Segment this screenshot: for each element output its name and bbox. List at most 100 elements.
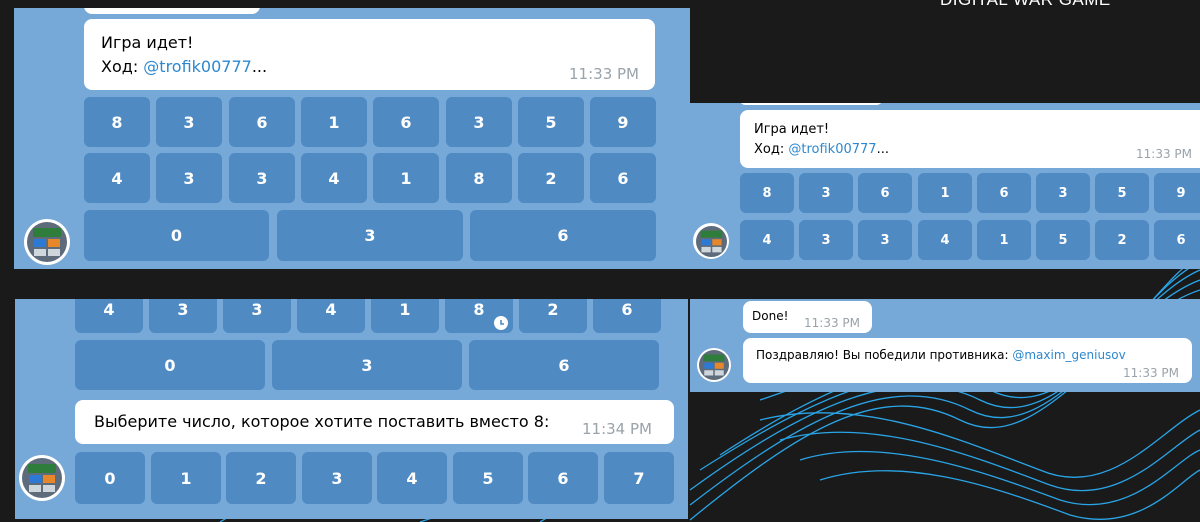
number-key[interactable]: 6 xyxy=(1154,220,1200,260)
chat-panel-3: 4 3 3 4 1 8 2 6 0 3 6 Выберите число, ко… xyxy=(15,299,688,519)
chat-panel-4: Done! 11:33 PM Поздравляю! Вы победили п… xyxy=(690,299,1200,392)
number-key[interactable]: 5 xyxy=(1036,220,1090,260)
inline-keyboard: 8 3 6 1 6 3 5 9 4 3 3 4 1 8 2 6 0 3 6 xyxy=(84,97,656,261)
game-status-message: Игра идет! Ход: @trofik00777... 11:33 PM xyxy=(84,19,655,90)
inline-keyboard: 8 3 6 1 6 3 5 9 4 3 3 4 1 5 2 6 xyxy=(740,173,1200,265)
number-key[interactable]: 3 xyxy=(446,97,512,147)
message-time: 11:33 PM xyxy=(1136,147,1192,161)
number-key[interactable]: 4 xyxy=(301,153,367,203)
inline-keyboard: 0 1 2 3 4 5 6 7 xyxy=(75,452,675,506)
number-key[interactable]: 2 xyxy=(519,299,587,333)
number-key[interactable]: 3 xyxy=(277,210,463,261)
number-key-pending[interactable]: 8 xyxy=(445,299,513,333)
message-line-2: Ход: @trofik00777... xyxy=(754,142,889,157)
choice-key[interactable]: 4 xyxy=(377,452,447,504)
calculator-icon xyxy=(28,464,56,492)
calculator-icon xyxy=(703,354,725,376)
ellipsis: ... xyxy=(876,142,889,157)
clock-icon xyxy=(494,316,508,330)
message-time: 11:34 PM xyxy=(582,420,652,438)
bot-avatar[interactable] xyxy=(24,219,70,265)
number-key[interactable]: 5 xyxy=(1095,173,1149,213)
choice-key[interactable]: 2 xyxy=(226,452,296,504)
number-key[interactable]: 3 xyxy=(149,299,217,333)
previous-message-bubble xyxy=(84,8,260,14)
chat-panel-2: Игра идет! Ход: @trofik00777... 11:33 PM… xyxy=(688,103,1200,269)
number-key[interactable]: 8 xyxy=(446,153,512,203)
choice-key[interactable]: 5 xyxy=(453,452,523,504)
number-key[interactable]: 1 xyxy=(371,299,439,333)
page-title: DIGITAL WAR GAME xyxy=(940,0,1111,10)
choice-key[interactable]: 0 xyxy=(75,452,145,504)
previous-message-bubble xyxy=(740,103,882,105)
number-key[interactable]: 6 xyxy=(373,97,439,147)
inline-keyboard-previous: 4 3 3 4 1 8 2 6 0 3 6 xyxy=(75,299,675,393)
number-key[interactable]: 8 xyxy=(740,173,794,213)
number-key[interactable]: 6 xyxy=(590,153,656,203)
user-mention-link[interactable]: @trofik00777 xyxy=(143,57,252,76)
number-key[interactable]: 1 xyxy=(977,220,1031,260)
message-time: 11:33 PM xyxy=(569,65,639,83)
number-key[interactable]: 0 xyxy=(75,340,265,390)
number-key[interactable]: 3 xyxy=(229,153,295,203)
message-line: Поздравляю! Вы победили противника: @max… xyxy=(756,348,1126,362)
number-key[interactable]: 4 xyxy=(84,153,150,203)
number-key[interactable]: 4 xyxy=(918,220,972,260)
calculator-icon xyxy=(700,230,722,252)
number-key[interactable]: 2 xyxy=(518,153,584,203)
number-key-label: 8 xyxy=(473,299,485,319)
user-mention-link[interactable]: @trofik00777 xyxy=(788,142,876,157)
message-text: Поздравляю! Вы победили противника: xyxy=(756,348,1013,362)
ellipsis: ... xyxy=(251,57,268,76)
number-key[interactable]: 3 xyxy=(156,153,222,203)
choice-key[interactable]: 1 xyxy=(151,452,221,504)
done-message: Done! 11:33 PM xyxy=(743,301,872,333)
number-key[interactable]: 4 xyxy=(740,220,794,260)
number-key[interactable]: 1 xyxy=(918,173,972,213)
number-key[interactable]: 6 xyxy=(593,299,661,333)
number-key[interactable]: 6 xyxy=(229,97,295,147)
turn-label: Ход: xyxy=(101,57,144,76)
choice-key[interactable]: 3 xyxy=(302,452,372,504)
number-key[interactable]: 4 xyxy=(297,299,365,333)
number-key[interactable]: 3 xyxy=(799,173,853,213)
bot-avatar[interactable] xyxy=(19,455,65,501)
message-text: Done! xyxy=(752,309,789,323)
number-key[interactable]: 1 xyxy=(301,97,367,147)
number-key[interactable]: 3 xyxy=(1036,173,1090,213)
number-key[interactable]: 3 xyxy=(272,340,462,390)
user-mention-link[interactable]: @maxim_geniusov xyxy=(1012,348,1125,362)
message-line-1: Игра идет! xyxy=(101,33,194,52)
number-key[interactable]: 6 xyxy=(470,210,656,261)
bot-avatar[interactable] xyxy=(693,223,729,259)
number-key[interactable]: 6 xyxy=(977,173,1031,213)
message-time: 11:33 PM xyxy=(1123,366,1179,380)
turn-label: Ход: xyxy=(754,142,789,157)
number-key[interactable]: 4 xyxy=(75,299,143,333)
number-key[interactable]: 9 xyxy=(1154,173,1200,213)
number-key[interactable]: 5 xyxy=(518,97,584,147)
number-key[interactable]: 3 xyxy=(799,220,853,260)
number-key[interactable]: 8 xyxy=(84,97,150,147)
number-key[interactable]: 3 xyxy=(858,220,912,260)
number-key[interactable]: 1 xyxy=(373,153,439,203)
game-status-message: Игра идет! Ход: @trofik00777... 11:33 PM xyxy=(740,110,1200,168)
number-key[interactable]: 9 xyxy=(590,97,656,147)
message-time: 11:33 PM xyxy=(804,316,860,330)
victory-message: Поздравляю! Вы победили противника: @max… xyxy=(743,338,1192,383)
number-key[interactable]: 6 xyxy=(858,173,912,213)
choice-key[interactable]: 7 xyxy=(604,452,674,504)
choose-number-message: Выберите число, которое хотите поставить… xyxy=(75,400,674,444)
bot-avatar[interactable] xyxy=(697,348,731,382)
number-key[interactable]: 2 xyxy=(1095,220,1149,260)
message-text: Выберите число, которое хотите поставить… xyxy=(94,412,550,431)
message-line-2: Ход: @trofik00777... xyxy=(101,57,267,76)
number-key[interactable]: 3 xyxy=(223,299,291,333)
choice-key[interactable]: 6 xyxy=(528,452,598,504)
chat-panel-1: Игра идет! Ход: @trofik00777... 11:33 PM… xyxy=(14,8,690,269)
message-line-1: Игра идет! xyxy=(754,122,830,137)
calculator-icon xyxy=(33,228,61,256)
number-key[interactable]: 6 xyxy=(469,340,659,390)
number-key[interactable]: 3 xyxy=(156,97,222,147)
number-key[interactable]: 0 xyxy=(84,210,269,261)
